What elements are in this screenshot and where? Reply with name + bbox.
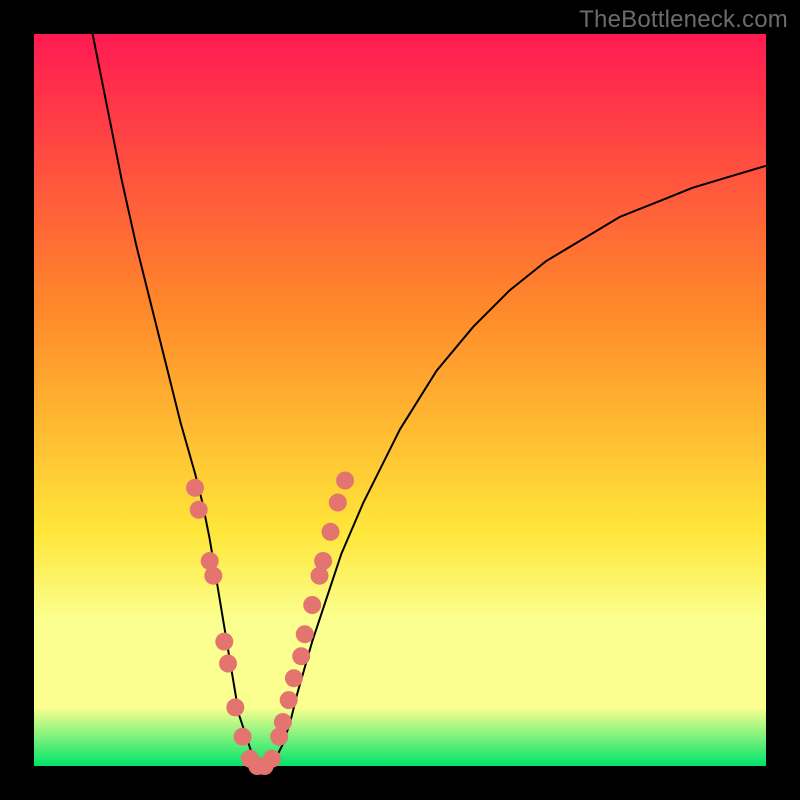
watermark-text: TheBottleneck.com	[579, 6, 788, 34]
marker-dots	[186, 472, 354, 776]
marker-dot	[336, 472, 354, 490]
marker-dot	[204, 567, 222, 585]
marker-dot	[190, 501, 208, 519]
marker-dot	[285, 669, 303, 687]
marker-dot	[215, 633, 233, 651]
marker-dot	[274, 713, 292, 731]
marker-dot	[296, 625, 314, 643]
marker-dot	[226, 698, 244, 716]
marker-dot	[329, 494, 347, 512]
marker-dot	[219, 655, 237, 673]
marker-dot	[303, 596, 321, 614]
marker-dot	[186, 479, 204, 497]
chart-svg	[34, 34, 766, 766]
marker-dot	[314, 552, 332, 570]
bottleneck-curve	[93, 34, 766, 766]
marker-dot	[322, 523, 340, 541]
marker-dot	[292, 647, 310, 665]
outer-frame: TheBottleneck.com	[0, 0, 800, 800]
marker-dot	[280, 691, 298, 709]
marker-dot	[263, 750, 281, 768]
marker-dot	[234, 728, 252, 746]
